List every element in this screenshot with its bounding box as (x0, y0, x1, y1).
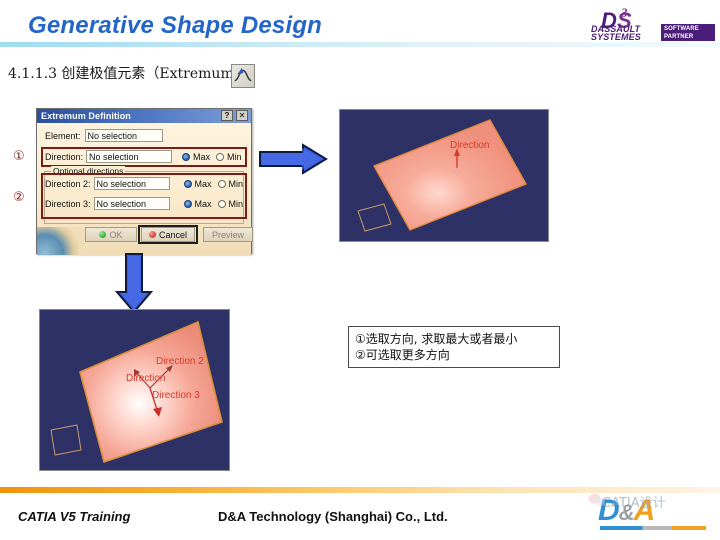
viewport-multi-direction[interactable]: Direction Direction 2 Direction 3 (39, 309, 230, 471)
direction-input[interactable]: No selection (86, 150, 173, 163)
logo-wordmark-line2: SYSTEMES (591, 32, 641, 43)
element-label: Element: (45, 130, 81, 141)
da-watermark-logo: D&A CATIA设计 (588, 492, 714, 536)
arrow-down-icon (114, 253, 154, 314)
annotation-note-box: ①选取方向, 求取最大或者最小 ②可选取更多方向 (348, 326, 560, 368)
radio-dot-icon (217, 199, 226, 208)
direction2-row: Direction 2: No selection Max Min (45, 177, 243, 190)
element-input[interactable]: No selection (84, 129, 163, 142)
element-row: Element: No selection (45, 129, 163, 142)
header-divider (0, 42, 720, 47)
viewport-top-label-direction: Direction (450, 140, 490, 151)
ok-button[interactable]: OK (85, 227, 137, 242)
preview-button[interactable]: Preview (203, 227, 253, 242)
direction3-max-radio[interactable]: Max (183, 198, 212, 209)
direction-min-label: Min (227, 151, 242, 162)
direction-max-label: Max (193, 151, 211, 162)
close-icon[interactable]: ✕ (236, 110, 248, 121)
cancel-led-icon (148, 231, 156, 238)
badge-line1: SOFTWARE (664, 26, 699, 32)
viewport-bottom-label-direction3: Direction 3 (152, 390, 200, 401)
badge-line2: PARTNER (664, 34, 694, 40)
cancel-button[interactable]: Cancel (141, 227, 195, 242)
logo-wordmark: DASSAULT SYSTEMES (591, 24, 641, 43)
dialog-body: Element: No selection Direction: No sele… (37, 123, 253, 255)
direction3-label: Direction 3: (45, 198, 91, 209)
cancel-label: Cancel (158, 229, 187, 240)
direction3-min-radio[interactable]: Min (217, 198, 244, 209)
direction-max-radio[interactable]: Max (182, 152, 210, 162)
extremum-glyph-icon (234, 67, 252, 82)
software-partner-badge: SOFTWARE PARTNER (661, 24, 715, 41)
direction-row: Direction: No selection Max Min (45, 150, 242, 163)
section-heading: 4.1.1.3 创建极值元素（Extremum） (8, 66, 248, 82)
viewport-bottom-scene (40, 310, 229, 470)
direction2-label: Direction 2: (45, 178, 91, 189)
radio-dot-icon (182, 152, 191, 161)
slide: Generative Shape Design 3 D S DASSAULT S… (0, 0, 720, 540)
dialog-button-bar: OK Cancel Preview (37, 225, 253, 247)
dialog-titlebar[interactable]: Extremum Definition ? ✕ (37, 109, 251, 123)
direction2-min-radio[interactable]: Min (217, 178, 244, 189)
note-line-2: ②可选取更多方向 (355, 348, 450, 362)
direction2-input[interactable]: No selection (93, 177, 170, 190)
callout-marker-2: ② (13, 189, 25, 204)
direction3-input[interactable]: No selection (93, 197, 170, 210)
footer-company-label: D&A Technology (Shanghai) Co., Ltd. (218, 509, 448, 524)
dialog-title: Extremum Definition (41, 111, 131, 121)
watermark-text: CATIA设计 (602, 496, 666, 511)
extremum-icon (231, 64, 255, 88)
footer-course-label: CATIA V5 Training (18, 509, 131, 524)
note-line-1: ①选取方向, 求取最大或者最小 (355, 332, 518, 346)
direction2-min-label: Min (228, 178, 244, 189)
viewport-single-direction[interactable]: Direction (339, 109, 549, 242)
callout-marker-1: ① (13, 148, 25, 163)
preview-label: Preview (211, 229, 244, 240)
viewport-bottom-label-direction2: Direction 2 (156, 356, 204, 367)
direction2-max-radio[interactable]: Max (183, 178, 212, 189)
page-title: Generative Shape Design (28, 12, 323, 39)
ok-led-icon (99, 231, 107, 238)
direction-min-radio[interactable]: Min (216, 152, 242, 162)
extremum-definition-dialog[interactable]: Extremum Definition ? ✕ Element: No sele… (36, 108, 253, 255)
direction3-max-label: Max (194, 198, 212, 209)
direction-label: Direction: (45, 151, 84, 162)
radio-dot-icon (216, 152, 225, 161)
ok-label: OK (109, 229, 123, 240)
viewport-bottom-label-direction: Direction (126, 373, 166, 384)
radio-dot-icon (183, 199, 192, 208)
direction3-row: Direction 3: No selection Max Min (45, 197, 243, 210)
viewport-top-scene (340, 110, 548, 241)
direction3-min-label: Min (228, 198, 244, 209)
direction2-max-label: Max (194, 178, 212, 189)
help-button[interactable]: ? (221, 110, 233, 121)
dassault-systemes-logo: 3 D S DASSAULT SYSTEMES SOFTWARE PARTNER (589, 4, 717, 42)
da-logo-underbar (600, 526, 706, 530)
radio-dot-icon (183, 179, 192, 188)
radio-dot-icon (217, 179, 226, 188)
arrow-right-icon (259, 143, 328, 175)
